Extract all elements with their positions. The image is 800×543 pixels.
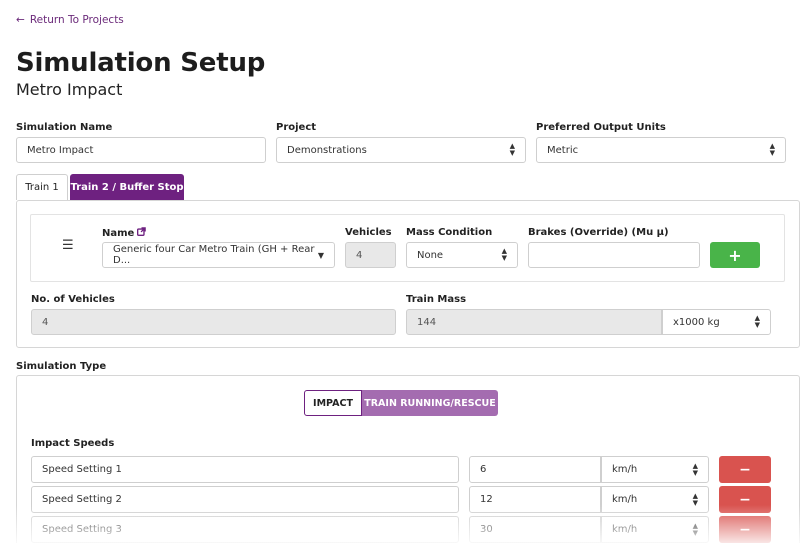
output-units-label: Preferred Output Units [536, 122, 666, 133]
select-caret-icon: ▲ ▼ [769, 142, 775, 157]
speed-unit-value: km/h [612, 464, 638, 475]
select-caret-icon: ▲ ▼ [692, 491, 698, 507]
speed-setting-name-input[interactable]: Speed Setting 1 [31, 456, 459, 483]
select-caret-icon: ▲ ▼ [501, 247, 507, 262]
vehicles-label: Vehicles [345, 227, 392, 238]
back-arrow-icon: ← [16, 14, 25, 26]
return-to-projects-link[interactable]: ← Return To Projects [16, 14, 124, 26]
select-caret-icon: ▲ ▼ [692, 461, 698, 477]
train-mass-label: Train Mass [406, 294, 467, 305]
select-caret-icon: ▲ ▼ [692, 521, 698, 537]
remove-speed-button[interactable]: − [719, 516, 771, 543]
output-units-value: Metric [547, 144, 579, 156]
impact-speeds-label: Impact Speeds [31, 438, 115, 449]
mass-condition-label: Mass Condition [406, 227, 493, 238]
remove-speed-button[interactable]: − [719, 456, 771, 483]
speed-setting-name-input[interactable]: Speed Setting 2 [31, 486, 459, 513]
mass-condition-select[interactable]: None ▲ ▼ [406, 242, 518, 268]
project-select[interactable]: Demonstrations ▲ ▼ [276, 137, 526, 163]
train-name-label-wrap: Name [102, 227, 147, 239]
simulation-type-label: Simulation Type [16, 361, 107, 372]
vehicles-field: 4 [345, 242, 396, 268]
project-select-value: Demonstrations [287, 144, 367, 156]
speed-value-input[interactable]: 6 [469, 456, 601, 483]
select-caret-icon: ▲ ▼ [509, 142, 515, 157]
page-title: Simulation Setup [16, 48, 266, 78]
speed-unit-select[interactable]: km/h ▲ ▼ [601, 486, 709, 513]
simulation-name-input[interactable]: Metro Impact [16, 137, 266, 163]
train-running-rescue-toggle[interactable]: TRAIN RUNNING/RESCUE [362, 390, 498, 416]
select-caret-icon: ▲ ▼ [754, 314, 760, 329]
speed-unit-select[interactable]: km/h ▲ ▼ [601, 456, 709, 483]
brakes-override-input[interactable] [528, 242, 700, 268]
speed-unit-value: km/h [612, 524, 638, 535]
return-to-projects-label: Return To Projects [29, 14, 124, 26]
brakes-override-label: Brakes (Override) (Mu μ) [528, 227, 669, 238]
remove-speed-button[interactable]: − [719, 486, 771, 513]
tab-train-2-buffer-stop[interactable]: Train 2 / Buffer Stop [70, 174, 184, 201]
project-label: Project [276, 122, 317, 133]
external-link-icon[interactable] [137, 227, 147, 239]
speed-unit-select[interactable]: km/h ▲ ▼ [601, 516, 709, 543]
chevron-down-icon: ▼ [317, 250, 324, 260]
train-name-value: Generic four Car Metro Train (GH + Rear … [113, 244, 315, 266]
train-name-label: Name [102, 227, 135, 239]
speed-value-input[interactable]: 30 [469, 516, 601, 543]
number-of-vehicles-label: No. of Vehicles [31, 294, 115, 305]
page-subtitle: Metro Impact [16, 80, 123, 99]
tab-train-1[interactable]: Train 1 [16, 174, 68, 200]
number-of-vehicles-field: 4 [31, 309, 396, 335]
output-units-select[interactable]: Metric ▲ ▼ [536, 137, 786, 163]
drag-handle-icon[interactable]: ☰ [62, 238, 74, 253]
speed-setting-name-input[interactable]: Speed Setting 3 [31, 516, 459, 543]
speed-value-input[interactable]: 12 [469, 486, 601, 513]
speed-unit-value: km/h [612, 494, 638, 505]
simulation-name-label: Simulation Name [16, 122, 113, 133]
train-name-select[interactable]: Generic four Car Metro Train (GH + Rear … [102, 242, 335, 268]
train-mass-unit-select[interactable]: x1000 kg ▲ ▼ [662, 309, 771, 335]
mass-condition-value: None [417, 249, 444, 261]
impact-toggle[interactable]: IMPACT [304, 390, 362, 416]
add-train-button[interactable]: + [710, 242, 760, 268]
train-mass-field: 144 [406, 309, 662, 335]
train-mass-unit-value: x1000 kg [673, 316, 720, 328]
